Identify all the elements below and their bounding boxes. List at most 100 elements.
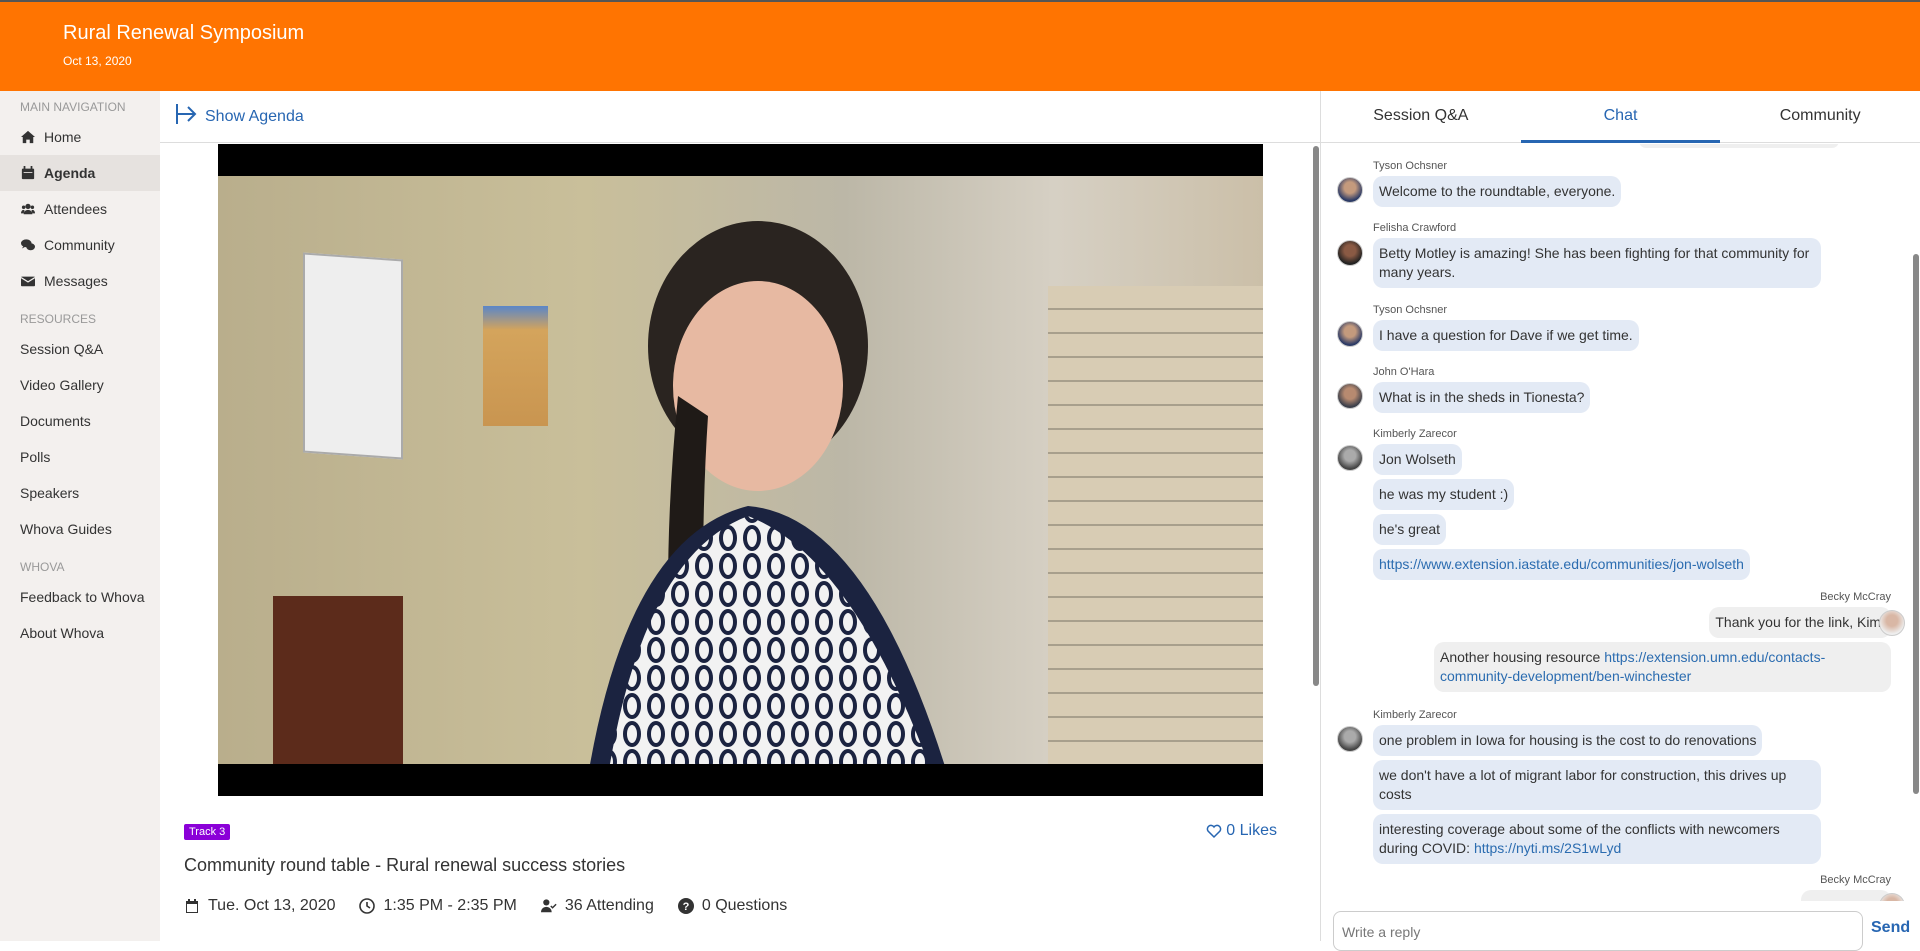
tab-community[interactable]: Community	[1720, 91, 1920, 142]
tab-session-qa[interactable]: Session Q&A	[1321, 91, 1521, 142]
chat-message: Tyson Ochsner Welcome to the roundtable,…	[1373, 160, 1622, 211]
sidebar-item-about[interactable]: About Whova	[0, 615, 160, 651]
sidebar-item-attendees[interactable]: Attendees	[0, 191, 160, 227]
message-sender: Kimberly Zarecor	[1373, 428, 1457, 440]
message-bubble: Welcome to the roundtable, everyone.	[1373, 176, 1622, 207]
section-main-navigation: MAIN NAVIGATION	[20, 100, 126, 114]
user-check-icon	[540, 899, 557, 913]
sidebar-item-documents[interactable]: Documents	[0, 403, 160, 439]
message-bubble: Jon Wolseth	[1373, 444, 1462, 475]
message-bubble: he was my student :)	[1373, 479, 1515, 510]
message-bubble: What is in the sheds in Tionesta?	[1373, 382, 1591, 413]
tab-chat[interactable]: Chat	[1520, 91, 1721, 143]
section-resources: RESOURCES	[20, 312, 97, 326]
message-bubble: he's great	[1373, 514, 1447, 545]
cabinet-decor	[273, 596, 403, 764]
message-bubble: Betty Motley is amazing! She has been fi…	[1373, 238, 1821, 288]
previous-bubble-edge	[1639, 144, 1839, 148]
track-badge: Track 3	[184, 824, 231, 840]
envelope-icon	[20, 274, 36, 288]
sidebar-item-video-gallery[interactable]: Video Gallery	[0, 367, 160, 403]
sidebar-item-label: Messages	[44, 273, 108, 289]
reply-input[interactable]: Write a reply	[1333, 911, 1863, 951]
sidebar-item-community[interactable]: Community	[0, 227, 160, 263]
message-bubble: I have a question for Dave if we get tim…	[1373, 320, 1639, 351]
sidebar-item-feedback[interactable]: Feedback to Whova	[0, 579, 160, 615]
avatar	[1337, 321, 1363, 347]
session-time: 1:35 PM - 2:35 PM	[383, 897, 517, 914]
show-agenda-button[interactable]: Show Agenda	[160, 91, 1320, 143]
sidebar-item-label: Attendees	[44, 201, 108, 217]
attending-count: 36 Attending	[564, 897, 654, 914]
right-panel: Session Q&A Chat Community Tyson Ochsner…	[1320, 91, 1920, 951]
avatar	[1337, 177, 1363, 203]
chat-scrollbar[interactable]	[1913, 254, 1919, 794]
chat-message: Kimberly Zarecor one problem in Iowa for…	[1373, 709, 1823, 868]
message-link[interactable]: https://www.extension.iastate.edu/commun…	[1379, 556, 1744, 572]
session-date: Tue. Oct 13, 2020	[208, 897, 336, 914]
chat-message: Felisha Crawford Betty Motley is amazing…	[1373, 222, 1823, 292]
avatar	[1337, 445, 1363, 471]
painting-decor	[483, 306, 548, 426]
message-bubble: we don't have a lot of migrant labor for…	[1373, 760, 1821, 810]
sidebar-item-speakers[interactable]: Speakers	[0, 475, 160, 511]
likes-label: 0 Likes	[1226, 822, 1277, 839]
poster-decor	[303, 252, 403, 460]
app-header: Rural Renewal Symposium Oct 13, 2020	[0, 0, 1920, 91]
message-bubble: Thank you for the link, Kim!	[1709, 607, 1891, 638]
video-frame: Becky McCray	[218, 176, 1263, 764]
sidebar-item-messages[interactable]: Messages	[0, 263, 160, 299]
speaker-figure	[590, 221, 945, 764]
main-scrollbar[interactable]	[1313, 146, 1319, 686]
sidebar-item-label: Home	[44, 129, 82, 145]
sidebar: MAIN NAVIGATION Home Agenda Attendees Co…	[0, 91, 160, 941]
chat-message-self: Becky McCray	[1401, 874, 1891, 901]
avatar	[1337, 726, 1363, 752]
message-text: Another housing resource	[1440, 649, 1605, 665]
session-title: Community round table - Rural renewal su…	[184, 855, 626, 875]
wall-decor	[1048, 286, 1263, 764]
calendar-icon	[20, 166, 36, 180]
message-link[interactable]: https://nyti.ms/2S1wLyd	[1474, 840, 1621, 856]
home-icon	[20, 130, 36, 144]
message-sender: Felisha Crawford	[1373, 222, 1457, 234]
sidebar-item-label: Community	[44, 237, 115, 253]
show-agenda-label: Show Agenda	[205, 107, 304, 125]
clock-icon	[359, 898, 376, 914]
message-bubble: https://www.extension.iastate.edu/commun…	[1373, 549, 1750, 580]
svg-text:?: ?	[682, 901, 689, 913]
chat-message: Kimberly Zarecor Jon Wolseth he was my s…	[1373, 428, 1750, 584]
panel-tabs: Session Q&A Chat Community	[1321, 91, 1920, 143]
heart-icon	[1207, 824, 1222, 839]
question-circle-icon: ?	[677, 898, 694, 914]
chat-message-self: Becky McCray Thank you for the link, Kim…	[1401, 591, 1891, 696]
session-meta: Tue. Oct 13, 2020 1:35 PM - 2:35 PM 36 A…	[184, 897, 811, 915]
sidebar-item-home[interactable]: Home	[0, 119, 160, 155]
chat-list: Tyson Ochsner Welcome to the roundtable,…	[1321, 144, 1920, 901]
sidebar-item-polls[interactable]: Polls	[0, 439, 160, 475]
comments-icon	[20, 238, 36, 252]
likes-button[interactable]: 0 Likes	[1206, 822, 1277, 840]
message-bubble: interesting coverage about some of the c…	[1373, 814, 1821, 864]
send-button[interactable]: Send	[1871, 919, 1910, 937]
calendar-icon	[186, 899, 198, 913]
chat-message: Tyson Ochsner I have a question for Dave…	[1373, 304, 1639, 355]
message-bubble	[1801, 890, 1891, 901]
message-sender: Kimberly Zarecor	[1373, 709, 1457, 721]
sidebar-item-session-qa[interactable]: Session Q&A	[0, 331, 160, 367]
message-sender: Becky McCray	[1820, 591, 1891, 603]
sidebar-item-agenda[interactable]: Agenda	[0, 155, 160, 191]
sidebar-item-whova-guides[interactable]: Whova Guides	[0, 511, 160, 547]
avatar	[1337, 240, 1363, 266]
message-sender: Tyson Ochsner	[1373, 304, 1447, 316]
message-bubble: Another housing resource https://extensi…	[1434, 642, 1891, 692]
message-sender: John O'Hara	[1373, 366, 1435, 378]
section-whova: WHOVA	[20, 560, 65, 574]
video-player[interactable]: Becky McCray	[218, 144, 1263, 796]
event-title: Rural Renewal Symposium	[63, 22, 305, 44]
arrow-right-to-bar-icon	[175, 103, 197, 130]
users-icon	[20, 202, 36, 216]
session-main: Show Agenda Becky McCray Track 3 0 Likes…	[160, 91, 1320, 941]
avatar	[1337, 383, 1363, 409]
questions-count: 0 Questions	[701, 897, 788, 914]
